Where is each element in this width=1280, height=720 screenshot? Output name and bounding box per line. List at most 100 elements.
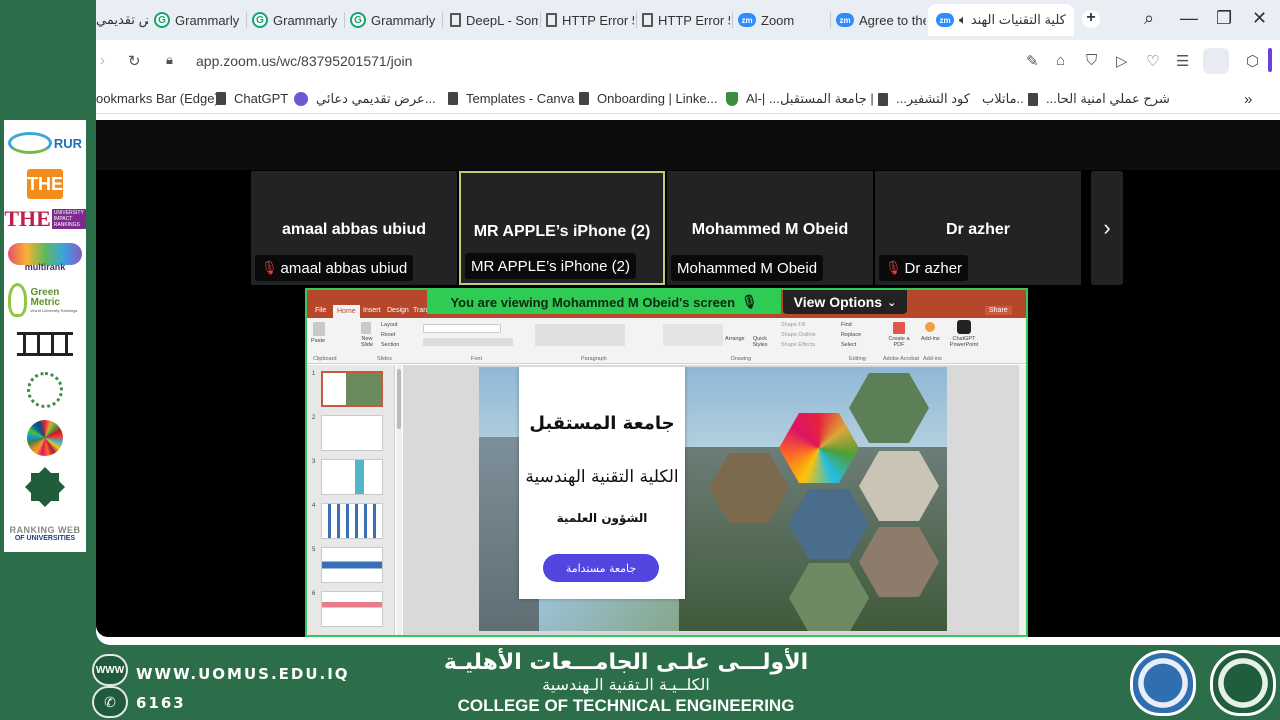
bookmark-linkedin[interactable]: Onboarding | Linke... — [579, 91, 717, 106]
shape-effects-button[interactable]: Shape Effects — [781, 342, 815, 348]
document-icon — [546, 13, 557, 27]
ppt-tab-insert[interactable]: Insert — [363, 307, 381, 314]
layout-button[interactable]: Layout — [381, 322, 398, 328]
slide-thumbnail[interactable] — [321, 459, 383, 495]
ppt-tab-design[interactable]: Design — [387, 307, 409, 314]
forward-icon[interactable]: › — [100, 52, 105, 69]
replace-button[interactable]: Replace — [841, 332, 861, 338]
footer-english: COLLEGE OF TECHNICAL ENGINEERING — [457, 696, 795, 715]
bookmark-al[interactable]: Al-| ... — [726, 91, 780, 106]
the-impact-logo: THE UNIVERSITY IMPACT RANKINGS — [4, 206, 86, 231]
tab-agree[interactable]: zm Agree to the — [836, 6, 926, 34]
ppt-share-button[interactable]: Share — [985, 306, 1012, 315]
search-icon[interactable]: ⌕ — [1144, 8, 1154, 29]
zoom-icon: zm — [836, 13, 854, 27]
next-page-arrow-icon[interactable]: › — [1091, 171, 1123, 285]
slide-thumbnail[interactable] — [321, 591, 383, 627]
quick-styles-button[interactable]: Quick Styles — [751, 336, 769, 348]
tab-label: HTTP Error 5 — [658, 12, 730, 28]
font-name-field[interactable] — [423, 324, 501, 333]
bookmark-bar-edge[interactable]: ookmarks Bar (Edge) — [96, 91, 219, 106]
font-format-buttons[interactable] — [423, 338, 513, 346]
restore-icon[interactable]: ❐ — [1216, 8, 1232, 29]
pdf-icon[interactable] — [893, 322, 905, 334]
find-button[interactable]: Find — [841, 322, 852, 328]
tab-http-error-1[interactable]: HTTP Error 5 — [546, 6, 634, 34]
view-options-button[interactable]: View Options ⌄ — [783, 290, 907, 314]
participant-tile[interactable]: Mohammed M Obeid Mohammed M Obeid — [667, 171, 873, 285]
participant-tile[interactable]: Dr azher 🎙︎ Dr azher — [875, 171, 1081, 285]
phone-icon: ✆ — [92, 686, 128, 718]
bookmark-presentation[interactable]: عرض تقديمي دعائي... — [294, 91, 436, 107]
section-button[interactable]: Section — [381, 342, 399, 348]
close-icon[interactable]: ✕ — [1252, 8, 1267, 29]
sharing-banner: You are viewing Mohammed M Obeid's scree… — [427, 290, 781, 314]
menu-icon[interactable]: ☰ — [1176, 52, 1189, 70]
canvas-scrollbar[interactable] — [1019, 365, 1026, 635]
sdg-wheel-icon — [27, 420, 63, 456]
participant-tile[interactable]: amaal abbas ubiud 🎙︎ amaal abbas ubiud — [251, 171, 457, 285]
extensions-icon[interactable]: ⬡ — [1246, 52, 1259, 70]
new-tab-button[interactable]: + — [1082, 10, 1100, 28]
zoom-icon: zm — [936, 13, 954, 27]
bookmark-canva[interactable]: Templates - Canva — [448, 91, 574, 106]
url-field[interactable]: app.zoom.us/wc/83795201571/join — [196, 53, 412, 69]
tab-grammarly-1[interactable]: G Grammarly — [154, 6, 244, 34]
ppt-tab-home[interactable]: Home — [333, 305, 360, 318]
refresh-icon[interactable]: ↻ — [128, 52, 141, 70]
current-slide[interactable]: جامعة المستقبل الكلية التقنية الهندسية ا… — [479, 367, 947, 631]
ppt-tab-file[interactable]: File — [315, 307, 326, 314]
play-icon[interactable]: ▷ — [1116, 52, 1128, 70]
shield-icon[interactable]: ⛉ — [1086, 52, 1097, 69]
shapes-gallery[interactable] — [663, 324, 723, 346]
bookmark-chatgpt[interactable]: ChatGPT — [216, 91, 288, 106]
college-seal-icon — [1210, 650, 1276, 716]
paragraph-controls[interactable] — [535, 324, 625, 346]
tab-grammarly-3[interactable]: G Grammarly — [350, 6, 440, 34]
shape-fill-button[interactable]: Shape Fill — [781, 322, 805, 328]
bookmarks-overflow-icon[interactable]: » — [1244, 91, 1252, 108]
thumbnails-scrollbar[interactable] — [396, 365, 402, 635]
speaker-icon[interactable]: 🔈︎ — [959, 12, 967, 28]
scrollbar-thumb[interactable] — [397, 369, 401, 429]
arrange-button[interactable]: Arrange — [725, 336, 745, 342]
bookmark-matlab[interactable]: ماتلاب.. — [982, 91, 1024, 107]
shape-outline-button[interactable]: Shape Outline — [781, 332, 816, 338]
participant-tile-active[interactable]: MR APPLE’s iPhone (2) MR APPLE’s iPhone … — [459, 171, 665, 285]
chatgpt-icon[interactable] — [957, 320, 971, 334]
tab-label: Agree to the — [859, 12, 926, 28]
new-slide-icon[interactable] — [361, 322, 371, 334]
tab-presentation[interactable]: عرض تقديمي — [96, 6, 148, 34]
participant-label: Mohammed M Obeid — [671, 255, 824, 281]
profile-button[interactable] — [1203, 48, 1229, 74]
edit-icon[interactable]: ✎ — [1026, 52, 1039, 70]
minimize-icon[interactable]: — — [1180, 8, 1198, 29]
bookmark-encryption[interactable]: ...كود التشفير — [878, 91, 970, 107]
bookmark-security[interactable]: ...شرح عملي امنية الحا — [1028, 91, 1170, 107]
lock-icon[interactable]: 🔒︎ — [166, 52, 173, 68]
browser-window: عرض تقديمي G Grammarly G Grammarly G Gra… — [96, 0, 1280, 645]
participant-name: amaal abbas ubiud — [281, 221, 427, 238]
bookmark-almustaqbal[interactable]: جامعة المستقبل | — [780, 91, 874, 107]
thumb-number: 1 — [312, 371, 316, 377]
star-emblem-icon — [25, 467, 65, 507]
slide-thumbnail[interactable] — [321, 415, 383, 451]
tab-http-error-2[interactable]: HTTP Error 5 — [642, 6, 730, 34]
tab-separator — [636, 12, 637, 28]
zoom-icon: zm — [738, 13, 756, 27]
addins-icon[interactable] — [925, 322, 935, 332]
slide-thumbnail[interactable] — [321, 503, 383, 539]
tab-zoom[interactable]: zm Zoom — [738, 6, 826, 34]
frame-strip — [0, 0, 96, 120]
heart-icon[interactable]: ♡ — [1146, 52, 1159, 70]
reset-button[interactable]: Reset — [381, 332, 395, 338]
slide-thumbnail[interactable] — [321, 371, 383, 407]
camera-icon[interactable]: ⌂ — [1056, 52, 1065, 69]
tab-grammarly-2[interactable]: G Grammarly — [252, 6, 342, 34]
slide-badge: جامعة مستدامة — [543, 554, 659, 582]
select-button[interactable]: Select — [841, 342, 856, 348]
paste-icon[interactable] — [313, 322, 325, 336]
tab-active-meeting[interactable]: zm 🔈︎ كلية التقنيات الهند — [928, 4, 1074, 36]
tab-deepl[interactable]: DeepL - Som — [450, 6, 538, 34]
slide-thumbnail[interactable] — [321, 547, 383, 583]
